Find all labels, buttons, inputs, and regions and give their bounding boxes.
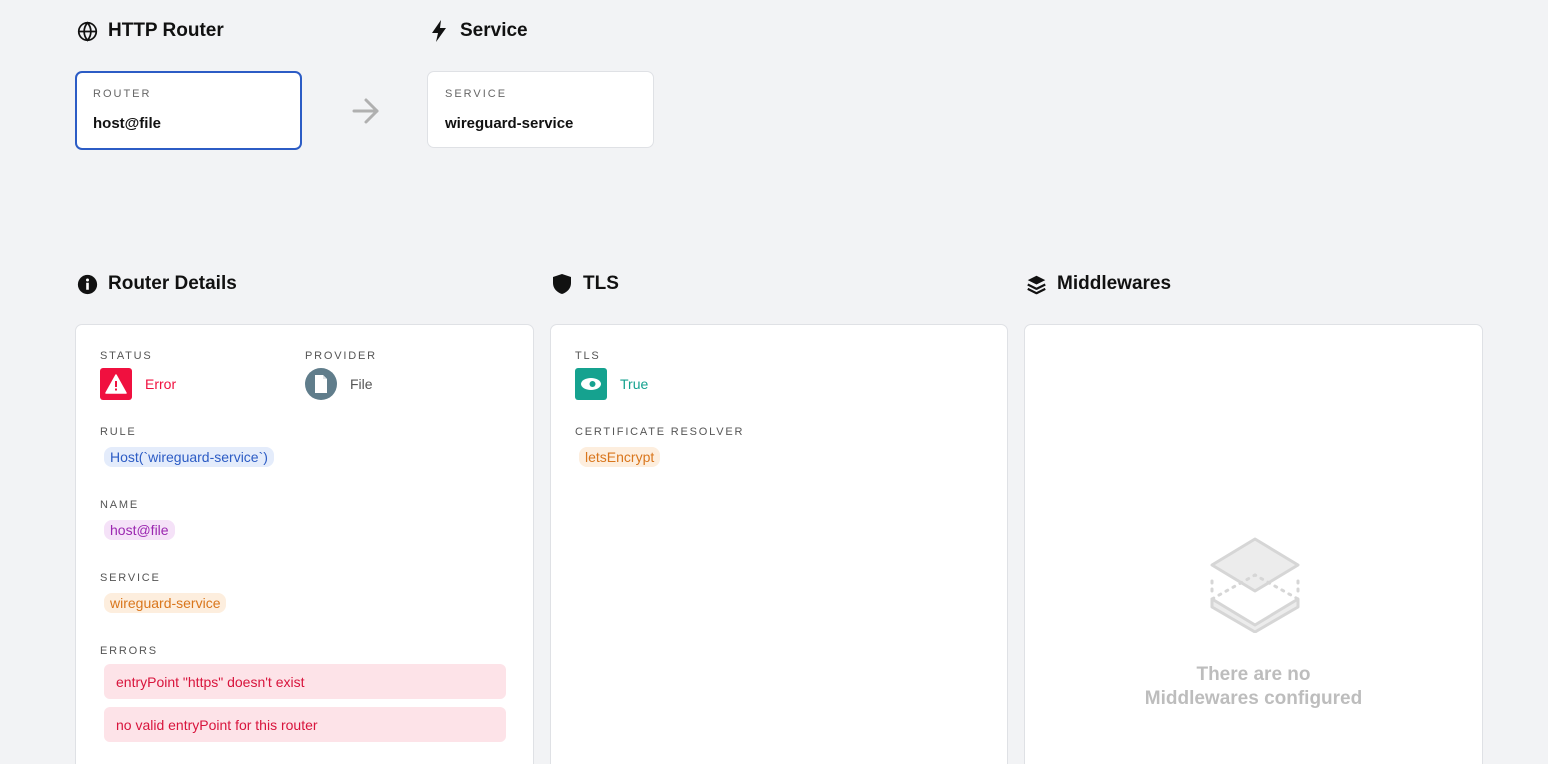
service-card-label: SERVICE [445,88,508,100]
provider-field: PROVIDER File [305,350,377,400]
status-value: Error [145,376,177,392]
errors-label: ERRORS [100,645,158,657]
provider-value: File [350,376,373,392]
resolver-label: CERTIFICATE RESOLVER [575,426,745,438]
info-icon [76,273,98,295]
empty-middlewares-line1: There are no [1196,664,1311,685]
service-title: Service [428,20,528,42]
router-details-panel: STATUS Error PROVIDER File RULE Host(`wi… [75,324,534,764]
tls-value: True [620,376,649,392]
status-field: STATUS Error [100,350,176,400]
tls-label: TLS [575,350,601,362]
empty-layers-icon [1210,537,1300,638]
layers-icon [1025,273,1047,295]
middlewares-panel: There are no Middlewares configured [1024,324,1483,764]
router-card-label: ROUTER [93,88,152,100]
empty-middlewares-line2: Middlewares configured [1144,688,1363,709]
status-label: STATUS [100,350,153,362]
router-details-title: Router Details [76,273,237,295]
rule-label: RULE [100,426,137,438]
http-router-title: HTTP Router [76,20,224,42]
eye-icon [575,368,607,400]
name-field: NAME host@file [100,499,175,540]
service-label: SERVICE [100,572,161,584]
resolver-chip: letsEncrypt [579,447,661,467]
service-chip: wireguard-service [104,593,227,613]
provider-label: PROVIDER [305,350,377,362]
name-chip: host@file [104,520,175,540]
router-card-value: host@file [93,115,161,132]
name-label: NAME [100,499,139,511]
tls-title: TLS [551,273,619,295]
middlewares-title: Middlewares [1025,273,1171,295]
service-field: SERVICE wireguard-service [100,572,227,613]
error-item: no valid entryPoint for this router [104,707,506,742]
router-card[interactable]: ROUTER host@file [75,71,302,150]
service-card[interactable]: SERVICE wireguard-service [427,71,654,148]
globe-icon [76,20,98,42]
bolt-icon [428,20,450,42]
tls-field: TLS True [575,350,648,400]
rule-chip: Host(`wireguard-service`) [104,447,274,467]
service-card-value: wireguard-service [445,115,574,132]
rule-field: RULE Host(`wireguard-service`) [100,426,274,467]
resolver-field: CERTIFICATE RESOLVER letsEncrypt [575,426,744,467]
tls-panel: TLS True CERTIFICATE RESOLVER letsEncryp… [550,324,1008,764]
file-icon [305,368,337,400]
warning-icon [100,368,132,400]
error-item: entryPoint "https" doesn't exist [104,664,506,699]
shield-icon [551,273,573,295]
arrow-right-icon [351,97,381,130]
